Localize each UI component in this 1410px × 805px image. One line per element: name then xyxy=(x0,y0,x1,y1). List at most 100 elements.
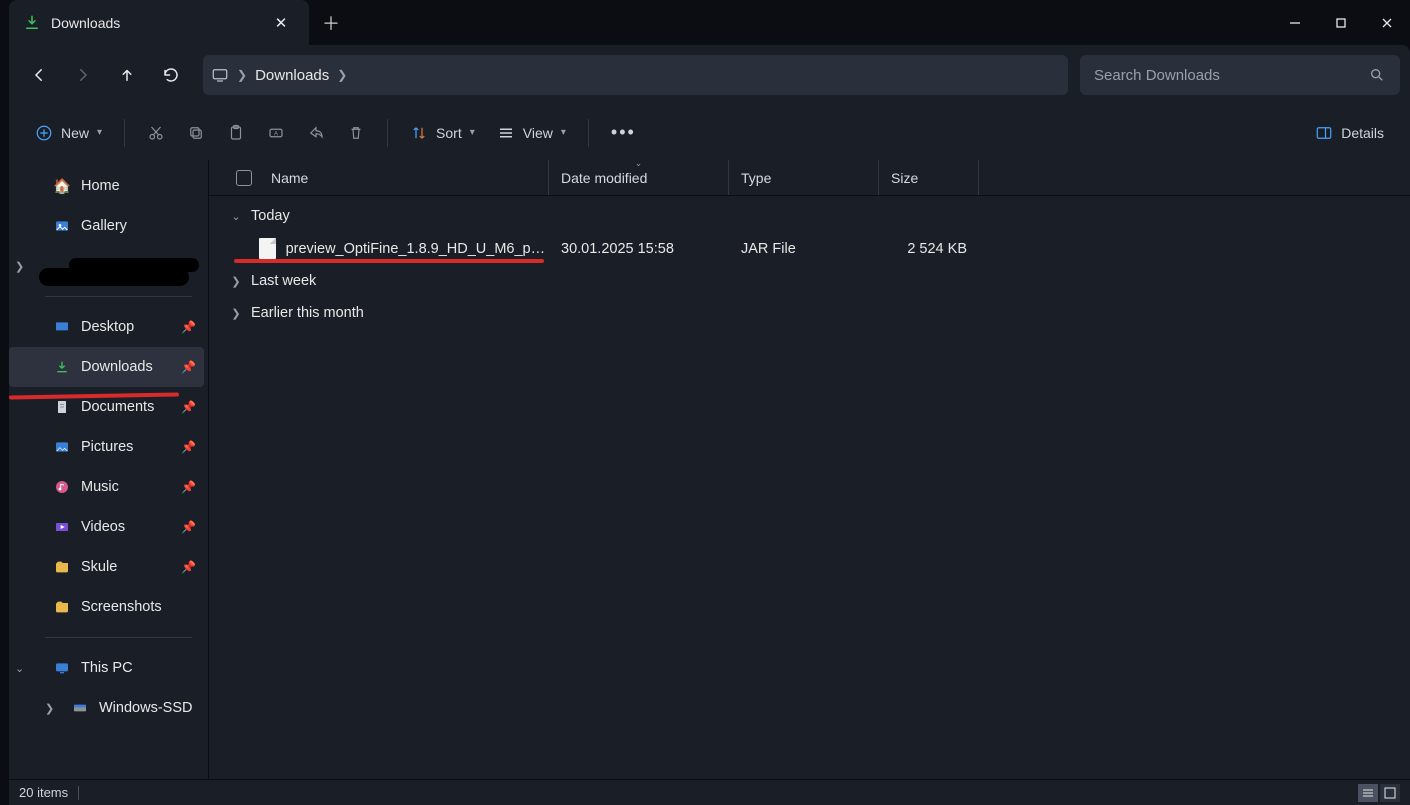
chevron-right-icon[interactable]: ❯ xyxy=(237,68,247,82)
separator xyxy=(588,119,589,147)
view-mode-thumbnails-button[interactable] xyxy=(1380,784,1400,802)
new-button-label: New xyxy=(61,125,89,141)
column-header-name[interactable]: Name xyxy=(259,160,549,195)
window-tab[interactable]: Downloads ✕ xyxy=(9,0,309,45)
group-label: Earlier this month xyxy=(251,305,364,321)
rename-button[interactable]: A xyxy=(257,115,295,151)
file-size: 2 524 KB xyxy=(879,241,979,257)
redacted-region xyxy=(69,258,199,272)
sidebar-item-skule[interactable]: Skule 📌 xyxy=(9,547,204,587)
search-input[interactable] xyxy=(1094,67,1358,84)
pin-icon[interactable]: 📌 xyxy=(181,400,196,414)
chevron-right-icon[interactable]: ❯ xyxy=(15,260,24,273)
sidebar-item-videos[interactable]: Videos 📌 xyxy=(9,507,204,547)
file-type: JAR File xyxy=(729,241,879,257)
pin-icon[interactable]: 📌 xyxy=(181,360,196,374)
details-pane-button[interactable]: Details xyxy=(1305,115,1394,151)
share-button[interactable] xyxy=(297,115,335,151)
chevron-right-icon[interactable]: ❯ xyxy=(229,275,243,288)
sidebar-item-label: This PC xyxy=(81,660,133,676)
file-icon xyxy=(259,238,276,259)
annotation-underline xyxy=(234,259,544,263)
separator xyxy=(387,119,388,147)
sidebar-item-home[interactable]: 🏠 Home xyxy=(9,166,204,206)
sidebar-item-drive[interactable]: ❯ Windows-SSD xyxy=(9,688,204,728)
navigation-pane[interactable]: 🏠 Home Gallery ❯ Desktop 📌 Downloads 📌 D… xyxy=(9,160,209,779)
new-tab-button[interactable]: ＋ xyxy=(309,0,353,45)
pin-icon[interactable]: 📌 xyxy=(181,440,196,454)
file-list[interactable]: ⌄ Today preview_OptiFine_1.8.9_HD_U_M6_p… xyxy=(209,196,1410,779)
nav-back-button[interactable] xyxy=(19,55,59,95)
sidebar-item-label: Music xyxy=(81,479,119,495)
sidebar-item-label: Gallery xyxy=(81,218,127,234)
svg-text:A: A xyxy=(274,131,278,137)
sidebar-item-label: Screenshots xyxy=(81,599,162,615)
delete-button[interactable] xyxy=(337,115,375,151)
new-button[interactable]: New ▾ xyxy=(25,115,112,151)
sidebar-item-gallery[interactable]: Gallery xyxy=(9,206,204,246)
drive-icon xyxy=(71,699,89,717)
column-headers: Name ⌄ Date modified Type Size xyxy=(209,160,1410,196)
downloads-icon xyxy=(23,14,41,32)
group-label: Today xyxy=(251,208,290,224)
sidebar-item-music[interactable]: Music 📌 xyxy=(9,467,204,507)
chevron-right-icon[interactable]: ❯ xyxy=(229,307,243,320)
sidebar-item-pictures[interactable]: Pictures 📌 xyxy=(9,427,204,467)
paste-button[interactable] xyxy=(217,115,255,151)
chevron-right-icon[interactable]: ❯ xyxy=(337,68,347,82)
chevron-right-icon[interactable]: ❯ xyxy=(45,702,54,715)
close-tab-button[interactable]: ✕ xyxy=(267,9,295,37)
sidebar-item-desktop[interactable]: Desktop 📌 xyxy=(9,307,204,347)
tab-title: Downloads xyxy=(51,15,257,31)
column-header-date[interactable]: ⌄ Date modified xyxy=(549,160,729,195)
videos-icon xyxy=(53,518,71,536)
nav-up-button[interactable] xyxy=(107,55,147,95)
window-maximize-button[interactable] xyxy=(1318,0,1364,45)
sidebar-item-documents[interactable]: Documents 📌 xyxy=(9,387,204,427)
sidebar-item-label: Videos xyxy=(81,519,125,535)
column-header-size[interactable]: Size xyxy=(879,160,979,195)
downloads-icon xyxy=(53,358,71,376)
address-bar[interactable]: ❯ Downloads ❯ xyxy=(203,55,1068,95)
group-last-week[interactable]: ❯ Last week xyxy=(229,265,1410,297)
file-name: preview_OptiFine_1.8.9_HD_U_M6_pre... xyxy=(286,241,549,257)
music-icon xyxy=(53,478,71,496)
sort-indicator-icon: ⌄ xyxy=(635,158,643,169)
chevron-down-icon: ▾ xyxy=(470,127,475,138)
group-label: Last week xyxy=(251,273,316,289)
nav-refresh-button[interactable] xyxy=(151,55,191,95)
documents-icon xyxy=(53,398,71,416)
cut-button[interactable] xyxy=(137,115,175,151)
search-box[interactable] xyxy=(1080,55,1400,95)
window-minimize-button[interactable] xyxy=(1272,0,1318,45)
folder-icon xyxy=(53,598,71,616)
view-button-label: View xyxy=(523,125,553,141)
column-header-type[interactable]: Type xyxy=(729,160,879,195)
gallery-icon xyxy=(53,217,71,235)
pin-icon[interactable]: 📌 xyxy=(181,520,196,534)
chevron-down-icon[interactable]: ⌄ xyxy=(229,210,243,223)
select-all-checkbox[interactable] xyxy=(236,170,252,186)
nav-forward-button[interactable] xyxy=(63,55,103,95)
sidebar-item-label: Desktop xyxy=(81,319,134,335)
sort-button[interactable]: Sort ▾ xyxy=(400,115,485,151)
more-button[interactable]: ••• xyxy=(601,115,646,151)
pin-icon[interactable]: 📌 xyxy=(181,320,196,334)
sidebar-item-screenshots[interactable]: Screenshots xyxy=(9,587,204,627)
sidebar-item-downloads[interactable]: Downloads 📌 xyxy=(9,347,204,387)
view-mode-details-button[interactable] xyxy=(1358,784,1378,802)
chevron-down-icon[interactable]: ⌄ xyxy=(15,662,24,675)
sidebar-item-this-pc[interactable]: ⌄ This PC xyxy=(9,648,204,688)
pictures-icon xyxy=(53,438,71,456)
chevron-down-icon: ▾ xyxy=(561,127,566,138)
breadcrumb-segment[interactable]: Downloads xyxy=(255,67,329,84)
file-date: 30.01.2025 15:58 xyxy=(549,241,729,257)
group-earlier-month[interactable]: ❯ Earlier this month xyxy=(229,297,1410,329)
window-close-button[interactable] xyxy=(1364,0,1410,45)
view-button[interactable]: View ▾ xyxy=(487,115,576,151)
pin-icon[interactable]: 📌 xyxy=(181,480,196,494)
pin-icon[interactable]: 📌 xyxy=(181,560,196,574)
copy-button[interactable] xyxy=(177,115,215,151)
sidebar-item-label: Home xyxy=(81,178,120,194)
group-today[interactable]: ⌄ Today xyxy=(229,200,1410,232)
